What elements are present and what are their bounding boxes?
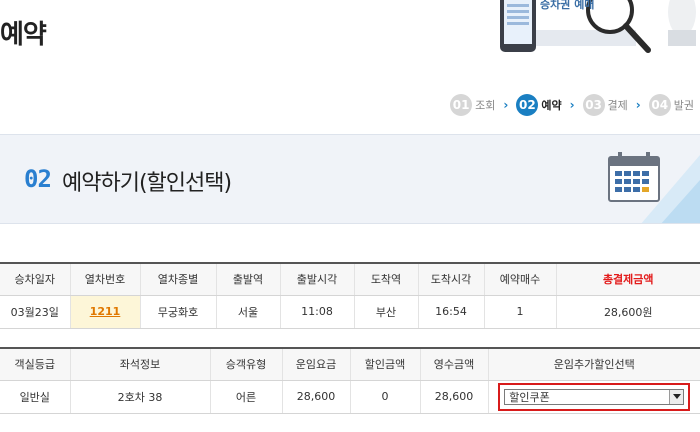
step-payment: 03 결제 › xyxy=(582,94,641,116)
section-banner: 02 예약하기(할인선택) xyxy=(0,134,700,224)
step-label: 조회 xyxy=(475,99,496,112)
step-number: 03 xyxy=(582,94,605,116)
header-train-no: 열차번호 xyxy=(70,263,141,296)
chevron-right-icon: › xyxy=(569,98,575,112)
step-ticketing: 04 발권 xyxy=(648,94,694,116)
dropdown-button[interactable] xyxy=(669,389,684,404)
header-class: 객실등급 xyxy=(0,348,71,381)
step-number: 01 xyxy=(450,94,473,116)
step-number: 02 xyxy=(516,94,539,116)
cell-departure-station: 서울 xyxy=(216,295,281,329)
train-number-link[interactable]: 1211 xyxy=(90,305,121,318)
step-indicator: 01 조회 › 02 예약 › 03 결제 › 04 발권 xyxy=(442,94,694,116)
step-number: 04 xyxy=(648,94,671,116)
discount-select[interactable]: 할인쿠폰 xyxy=(504,388,685,405)
header-arrival-time: 도착시각 xyxy=(418,263,485,296)
cell-train-no: 1211 xyxy=(70,295,141,329)
phone-magnifier-illustration xyxy=(500,0,696,53)
cell-fare: 28,600 xyxy=(282,380,351,414)
cell-seat: 2호차 38 xyxy=(70,380,211,414)
cell-departure-time: 11:08 xyxy=(280,295,355,329)
step-label: 예약 xyxy=(541,99,562,112)
chevron-right-icon: › xyxy=(503,98,509,112)
header-departure-station: 출발역 xyxy=(216,263,281,296)
header-train-type: 열차종별 xyxy=(140,263,217,296)
fare-info-table: 객실등급 좌석정보 승객유형 운임요금 할인금액 영수금액 운임추가할인선택 일… xyxy=(0,347,700,414)
header-receipt: 영수금액 xyxy=(420,348,489,381)
step-inquiry: 01 조회 › xyxy=(450,94,508,116)
header-departure-time: 출발시각 xyxy=(280,263,355,296)
cell-arrival-time: 16:54 xyxy=(418,295,485,329)
step-label: 결제 xyxy=(607,99,628,112)
cell-train-type: 무궁화호 xyxy=(140,295,217,329)
section-title: 예약하기(할인선택) xyxy=(62,171,232,196)
chevron-down-icon xyxy=(672,394,681,399)
cell-discount-select: 할인쿠폰 xyxy=(488,380,700,414)
cell-receipt: 28,600 xyxy=(420,380,489,414)
step-reservation: 02 예약 › xyxy=(516,94,575,116)
hero-caption: 승차권 예매 xyxy=(540,0,595,11)
cell-class: 일반실 xyxy=(0,380,71,414)
cell-date: 03월23일 xyxy=(0,295,71,329)
header-discount-select: 운임추가할인선택 xyxy=(488,348,700,381)
header-arrival-station: 도착역 xyxy=(354,263,419,296)
header-fare: 운임요금 xyxy=(282,348,351,381)
cell-total-payment: 28,600원 xyxy=(556,295,700,329)
step-label: 발권 xyxy=(673,99,694,112)
header-date: 승차일자 xyxy=(0,263,71,296)
table-row: 일반실 2호차 38 어른 28,600 0 28,600 할인쿠폰 xyxy=(0,380,700,414)
cell-discount: 0 xyxy=(350,380,421,414)
chevron-right-icon: › xyxy=(635,98,641,112)
discount-select-highlight: 할인쿠폰 xyxy=(498,382,691,411)
header-total-payment: 총결제금액 xyxy=(556,263,700,296)
header-discount: 할인금액 xyxy=(350,348,421,381)
header-seat: 좌석정보 xyxy=(70,348,211,381)
cell-passenger: 어른 xyxy=(210,380,283,414)
cell-arrival-station: 부산 xyxy=(354,295,419,329)
table-header-row: 승차일자 열차번호 열차종별 출발역 출발시각 도착역 도착시각 예약매수 총결… xyxy=(0,263,700,296)
calendar-icon xyxy=(608,152,660,202)
trip-info-table: 승차일자 열차번호 열차종별 출발역 출발시각 도착역 도착시각 예약매수 총결… xyxy=(0,262,700,329)
header-tickets: 예약매수 xyxy=(484,263,557,296)
header-passenger: 승객유형 xyxy=(210,348,283,381)
section-number: 02 xyxy=(24,165,52,193)
table-row: 03월23일 1211 무궁화호 서울 11:08 부산 16:54 1 28,… xyxy=(0,295,700,329)
page-title: 예약 xyxy=(0,20,47,50)
table-header-row: 객실등급 좌석정보 승객유형 운임요금 할인금액 영수금액 운임추가할인선택 xyxy=(0,348,700,381)
discount-select-value: 할인쿠폰 xyxy=(509,390,550,404)
cell-tickets: 1 xyxy=(484,295,557,329)
